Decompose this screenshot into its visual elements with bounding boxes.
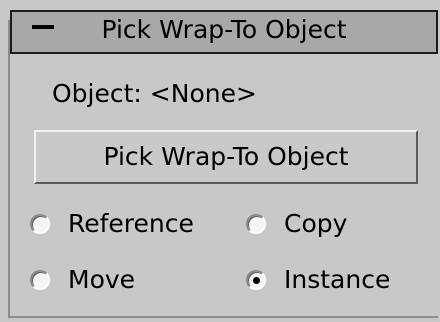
copy-label: Copy	[284, 209, 348, 238]
instance-radio[interactable]: Instance	[246, 264, 390, 296]
reference-radio[interactable]: Reference	[30, 208, 194, 240]
radio-circle-icon	[30, 214, 50, 234]
move-label: Move	[68, 265, 136, 294]
object-status-label: Object: <None>	[52, 79, 257, 108]
radio-circle-checked-icon	[246, 270, 266, 290]
pick-wrap-to-object-button[interactable]: Pick Wrap-To Object	[34, 130, 418, 184]
rollout-title: Pick Wrap-To Object	[101, 15, 347, 44]
instance-label: Instance	[284, 265, 391, 294]
radio-circle-icon	[246, 214, 266, 234]
radio-circle-icon	[30, 270, 50, 290]
rollout-header[interactable]: Pick Wrap-To Object	[10, 10, 438, 54]
move-radio[interactable]: Move	[30, 264, 135, 296]
copy-radio[interactable]: Copy	[246, 208, 347, 240]
reference-label: Reference	[68, 209, 194, 238]
